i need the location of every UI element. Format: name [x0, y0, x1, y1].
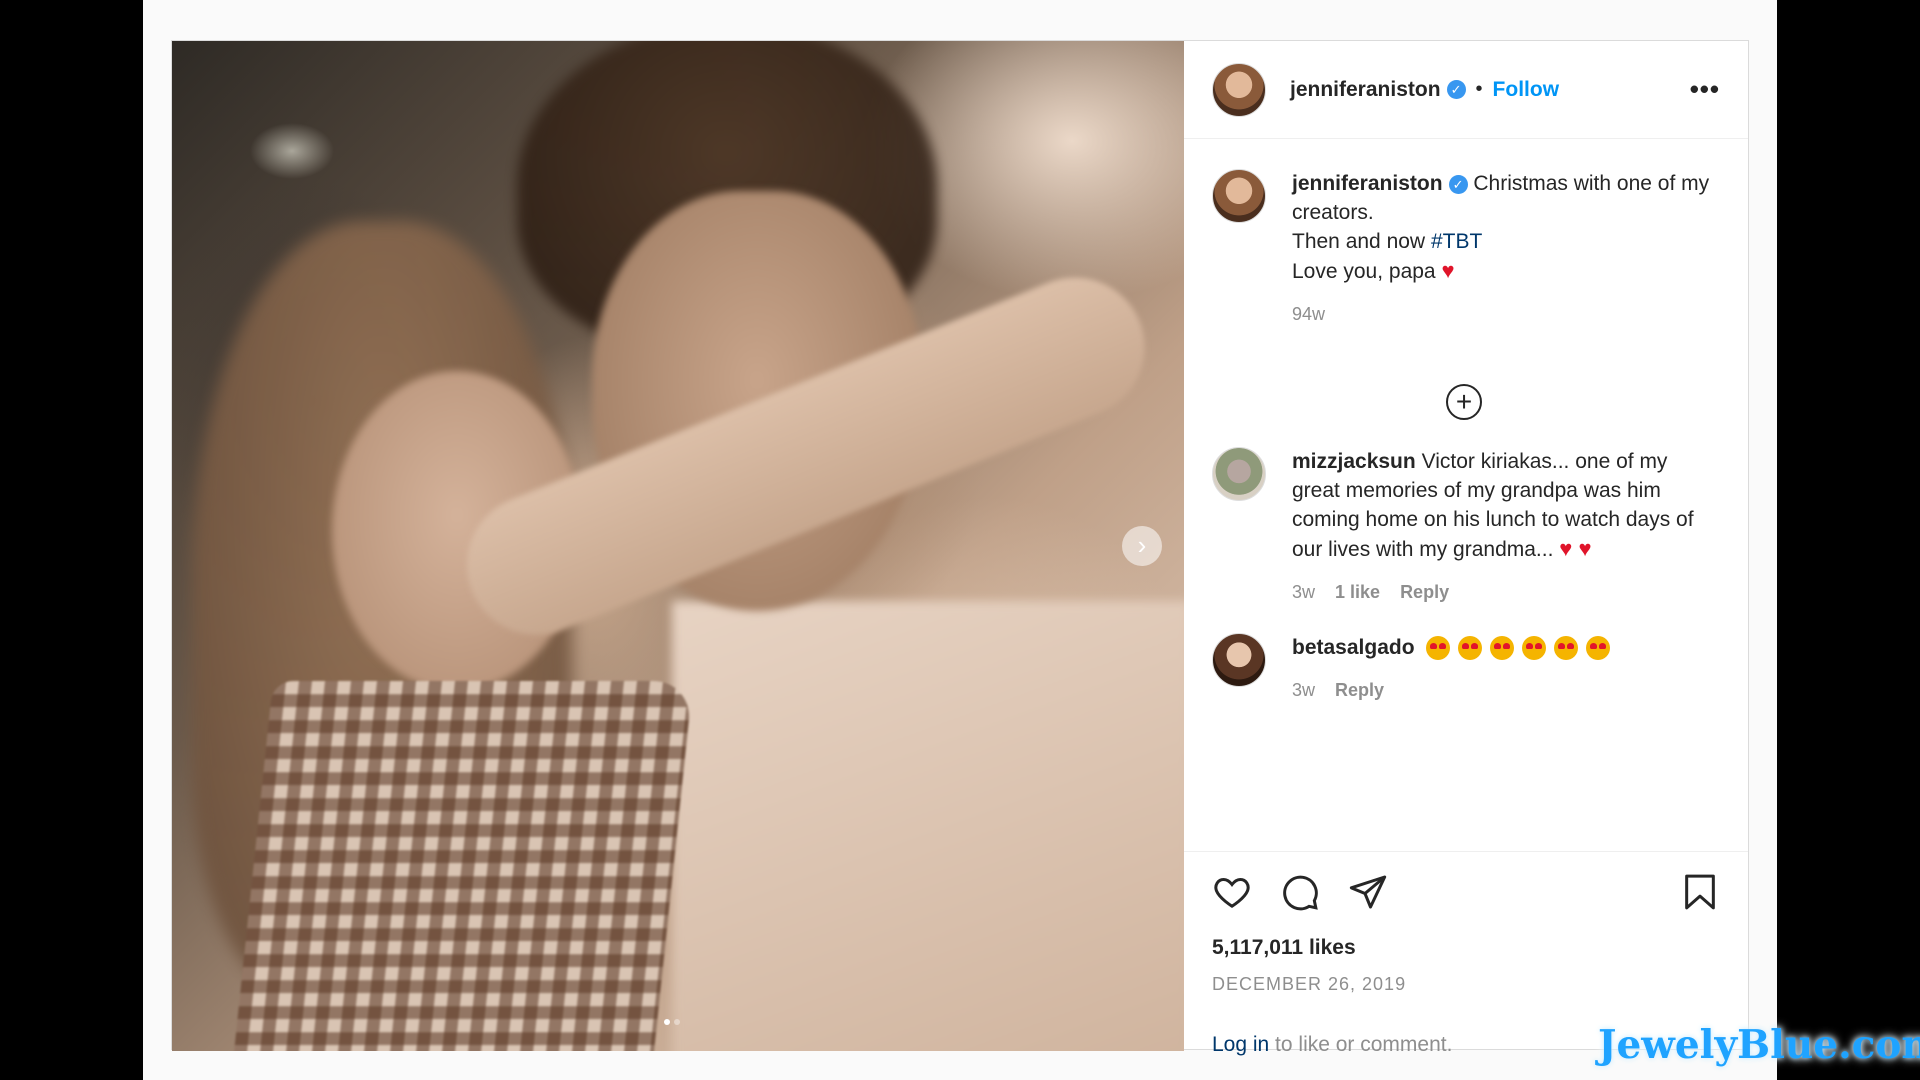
- share-icon[interactable]: [1348, 872, 1388, 912]
- comment-likes[interactable]: 1 like: [1335, 578, 1380, 607]
- follow-button[interactable]: Follow: [1493, 78, 1560, 102]
- caption-line3: Love you, papa: [1292, 260, 1436, 283]
- post-header: jenniferaniston ✓ • Follow •••: [1184, 41, 1748, 139]
- comment-age[interactable]: 3w: [1292, 578, 1315, 607]
- header-name-row: jenniferaniston ✓ • Follow: [1290, 78, 1559, 102]
- caption-avatar[interactable]: [1212, 169, 1266, 223]
- star-struck-emoji: [1586, 636, 1611, 661]
- comment-username[interactable]: betasalgado: [1292, 636, 1415, 659]
- caption-meta: 94w: [1292, 300, 1720, 329]
- action-icons: [1212, 872, 1720, 912]
- reply-button[interactable]: Reply: [1335, 676, 1384, 705]
- login-prompt-text: to like or comment.: [1269, 1033, 1453, 1056]
- photo-gingham-dress: [230, 681, 694, 1051]
- instagram-post: › jenniferaniston ✓ • Follow ••• jennife…: [171, 40, 1749, 1056]
- carousel-dots: [664, 1019, 680, 1025]
- reply-button[interactable]: Reply: [1400, 578, 1449, 607]
- caption: jenniferaniston ✓ Christmas with one of m…: [1212, 169, 1720, 329]
- post-photo[interactable]: ›: [172, 41, 1184, 1051]
- likes-count[interactable]: 5,117,011 likes: [1212, 936, 1720, 960]
- carousel-dot-active: [664, 1019, 670, 1025]
- caption-line2: Then and now: [1292, 230, 1431, 253]
- star-struck-emoji: [1554, 636, 1579, 661]
- chevron-right-icon[interactable]: ›: [1122, 526, 1162, 566]
- heart-icon[interactable]: [1212, 872, 1252, 912]
- comment-body: betasalgado 3w Reply: [1292, 633, 1618, 705]
- commenter-avatar[interactable]: [1212, 447, 1266, 501]
- comment: betasalgado 3w Reply: [1212, 633, 1720, 705]
- plus-circle-icon[interactable]: +: [1446, 384, 1482, 420]
- post-sidebar: jenniferaniston ✓ • Follow ••• jennifera…: [1184, 41, 1748, 1056]
- header-separator: •: [1475, 78, 1483, 100]
- comment-meta: 3w Reply: [1292, 676, 1618, 705]
- star-struck-emoji-row: [1426, 636, 1618, 661]
- author-avatar[interactable]: [1212, 62, 1266, 117]
- comment-body: mizzjacksun Victor kiriakas... one of my…: [1292, 447, 1720, 607]
- caption-age[interactable]: 94w: [1292, 300, 1325, 329]
- heart-emoji: ♥: [1441, 258, 1455, 283]
- author-username[interactable]: jenniferaniston: [1290, 78, 1441, 102]
- post-date[interactable]: DECEMBER 26, 2019: [1212, 974, 1720, 995]
- star-struck-emoji: [1522, 636, 1547, 661]
- photo-suit: [672, 601, 1184, 1051]
- star-struck-emoji: [1458, 636, 1483, 661]
- comment-icon[interactable]: [1280, 872, 1320, 912]
- heart-emoji: ♥ ♥: [1559, 536, 1592, 561]
- login-link[interactable]: Log in: [1212, 1033, 1269, 1056]
- verified-icon: ✓: [1448, 174, 1468, 194]
- carousel-dot: [674, 1019, 680, 1025]
- caption-body: jenniferaniston ✓ Christmas with one of m…: [1292, 169, 1720, 329]
- star-struck-emoji: [1490, 636, 1515, 661]
- verified-icon: ✓: [1446, 80, 1466, 99]
- comments-section: jenniferaniston ✓ Christmas with one of m…: [1184, 139, 1748, 857]
- bookmark-icon[interactable]: [1680, 872, 1720, 912]
- comment-age[interactable]: 3w: [1292, 676, 1315, 705]
- comment-username[interactable]: mizzjacksun: [1292, 450, 1416, 473]
- hashtag-link[interactable]: #TBT: [1431, 230, 1482, 253]
- watermark-logo: JewelyBlue.com: [1598, 1022, 1920, 1068]
- star-struck-emoji: [1426, 636, 1451, 661]
- commenter-avatar[interactable]: [1212, 633, 1266, 687]
- caption-username[interactable]: jenniferaniston: [1292, 172, 1443, 195]
- comment-meta: 3w 1 like Reply: [1292, 578, 1720, 607]
- more-options-icon[interactable]: •••: [1690, 74, 1720, 105]
- comment: mizzjacksun Victor kiriakas... one of my…: [1212, 447, 1720, 607]
